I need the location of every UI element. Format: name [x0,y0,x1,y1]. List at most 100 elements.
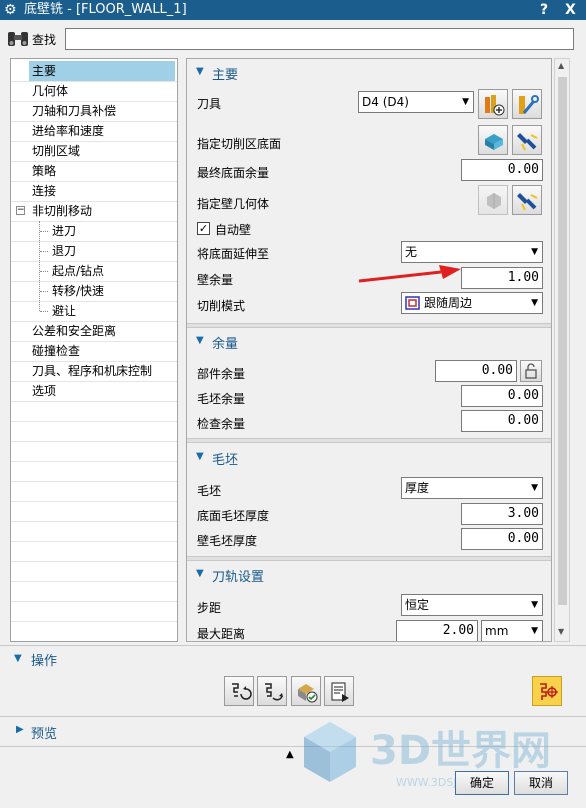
collapse-triangle-icon: ▼ [196,568,204,579]
tree-item-avoid[interactable]: 避让 [49,301,76,321]
ok-button[interactable]: 确定 [455,771,509,795]
scroll-down-icon[interactable]: ▼ [558,627,564,636]
flashlight-icon [517,193,538,211]
section-stock-header[interactable]: ▼ 余量 [187,330,551,354]
wrench-icon [519,95,539,114]
watermark-text: 3D世界网 [370,728,551,774]
tree-item-start-drill[interactable]: 起点/钻点 [49,261,104,281]
collapse-triangle-icon: ▼ [196,451,204,462]
generate-icon [232,683,252,700]
toolpath-option-button[interactable] [532,676,562,706]
scroll-up-icon[interactable]: ▲ [558,61,564,70]
section-blank-header[interactable]: ▼ 毛坯 [187,446,551,470]
check-stock-label: 检查余量 [197,417,246,431]
auto-wall-checkbox[interactable]: ✓ [197,222,210,235]
window-title: 底壁铣 - [FLOOR_WALL_1] [24,2,187,17]
collapse-expander-icon[interactable]: − [16,206,25,215]
chevron-down-icon: ▼ [531,247,538,257]
blank-dropdown[interactable]: 厚度 ▼ [401,477,543,499]
section-main-header[interactable]: ▼ 主要 [187,61,551,85]
display-wall-button[interactable] [512,185,542,215]
gear-icon: ⚙ [4,2,17,18]
display-floor-button[interactable] [512,125,542,155]
list-button[interactable] [324,676,354,706]
tree-item-tool-axis[interactable]: 刀轴和刀具补偿 [29,101,116,121]
part-stock-input[interactable]: 0.00 [435,360,517,382]
chevron-down-icon: ▼ [531,298,538,308]
lock-button[interactable] [520,360,542,382]
tree-item-transfer[interactable]: 转移/快速 [49,281,104,301]
floor-geometry-icon [485,134,503,150]
tree-item-engage[interactable]: 进刀 [49,221,76,241]
tree-item-cut-region[interactable]: 切削区域 [29,141,80,161]
section-main-title: 主要 [212,68,239,83]
verify-button[interactable] [291,676,321,706]
unit-dropdown[interactable]: mm ▼ [481,620,543,641]
tree-item-collision[interactable]: 碰撞检查 [29,341,80,361]
new-tool-button[interactable] [478,89,508,119]
blank-stock-label: 毛坯余量 [197,392,246,406]
search-row: 查找 [0,26,586,52]
stepover-dropdown[interactable]: 恒定 ▼ [401,594,543,616]
floor-blank-label: 底面毛坯厚度 [197,509,270,523]
panel-scrollbar[interactable]: ▲ ▼ [554,58,570,642]
cut-pattern-dropdown[interactable]: 跟随周边 ▼ [401,292,543,314]
verify-icon [298,684,318,703]
preview-title: 预览 [31,727,58,742]
close-button[interactable]: X [565,0,576,20]
section-stock-title: 余量 [212,337,239,352]
tree-item-options[interactable]: 选项 [29,381,56,401]
wall-blank-input[interactable]: 0.00 [461,528,543,550]
cancel-button[interactable]: 取消 [514,771,568,795]
tree-item-machine-control[interactable]: 刀具、程序和机床控制 [29,361,152,381]
search-input[interactable] [65,28,574,50]
tree-item-connect[interactable]: 连接 [29,181,56,201]
stepover-label: 步距 [197,601,222,615]
tree-item-main[interactable]: 主要 [29,61,175,81]
flashlight-icon [517,133,538,151]
new-tool-icon [485,95,505,116]
max-distance-input[interactable]: 2.00 [396,620,478,641]
tree-item-non-cutting[interactable]: 非切削移动 [29,201,92,221]
settings-panel: ▼ 主要 刀具 D4 (D4) ▼ 指定切削区底面 最终底面余量 0.00 指定… [186,58,552,642]
chevron-down-icon: ▼ [531,626,538,636]
generate-button[interactable] [224,676,254,706]
list-icon [331,682,349,702]
extend-floor-dropdown[interactable]: 无 ▼ [401,241,543,263]
part-stock-label: 部件余量 [197,367,246,381]
section-blank-title: 毛坯 [212,453,239,468]
scroll-thumb[interactable] [558,77,567,605]
cut-area-label: 指定切削区底面 [197,137,282,151]
navigation-tree: 主要 几何体 刀轴和刀具补偿 进给率和速度 切削区域 策略 连接 − 非切削移动… [10,58,178,642]
blank-value: 厚度 [405,481,430,495]
tree-item-geometry[interactable]: 几何体 [29,81,68,101]
collapse-triangle-icon: ▼ [196,66,204,77]
tree-item-retract[interactable]: 退刀 [49,241,76,261]
blank-stock-input[interactable]: 0.00 [461,385,543,407]
tool-label: 刀具 [197,97,222,111]
help-button[interactable]: ? [540,0,548,20]
auto-wall-label: 自动壁 [215,223,252,237]
tool-dropdown[interactable]: D4 (D4) ▼ [358,91,474,113]
tree-item-strategy[interactable]: 策略 [29,161,56,181]
tool-value: D4 (D4) [362,95,409,109]
section-path-header[interactable]: ▼ 刀轨设置 [187,563,551,587]
chevron-down-icon: ▼ [531,483,538,493]
unit-value: mm [485,624,509,638]
collapse-up-icon[interactable]: ▲ [286,749,294,760]
check-stock-input[interactable]: 0.00 [461,410,543,432]
select-wall-button[interactable] [478,185,508,215]
operation-header[interactable]: ▼ 操作 [0,648,586,672]
edit-tool-button[interactable] [512,89,542,119]
tree-item-tolerance[interactable]: 公差和安全距离 [29,321,116,341]
tree-item-feeds[interactable]: 进给率和速度 [29,121,104,141]
wall-blank-label: 壁毛坯厚度 [197,534,258,548]
replay-button[interactable] [257,676,287,706]
final-floor-input[interactable]: 0.00 [461,159,543,181]
wall-geometry-icon [487,193,501,209]
collapse-triangle-icon: ▼ [196,335,204,346]
wall-stock-input[interactable]: 1.00 [461,267,543,289]
select-floor-button[interactable] [478,125,508,155]
section-path-title: 刀轨设置 [212,570,265,585]
floor-blank-input[interactable]: 3.00 [461,503,543,525]
